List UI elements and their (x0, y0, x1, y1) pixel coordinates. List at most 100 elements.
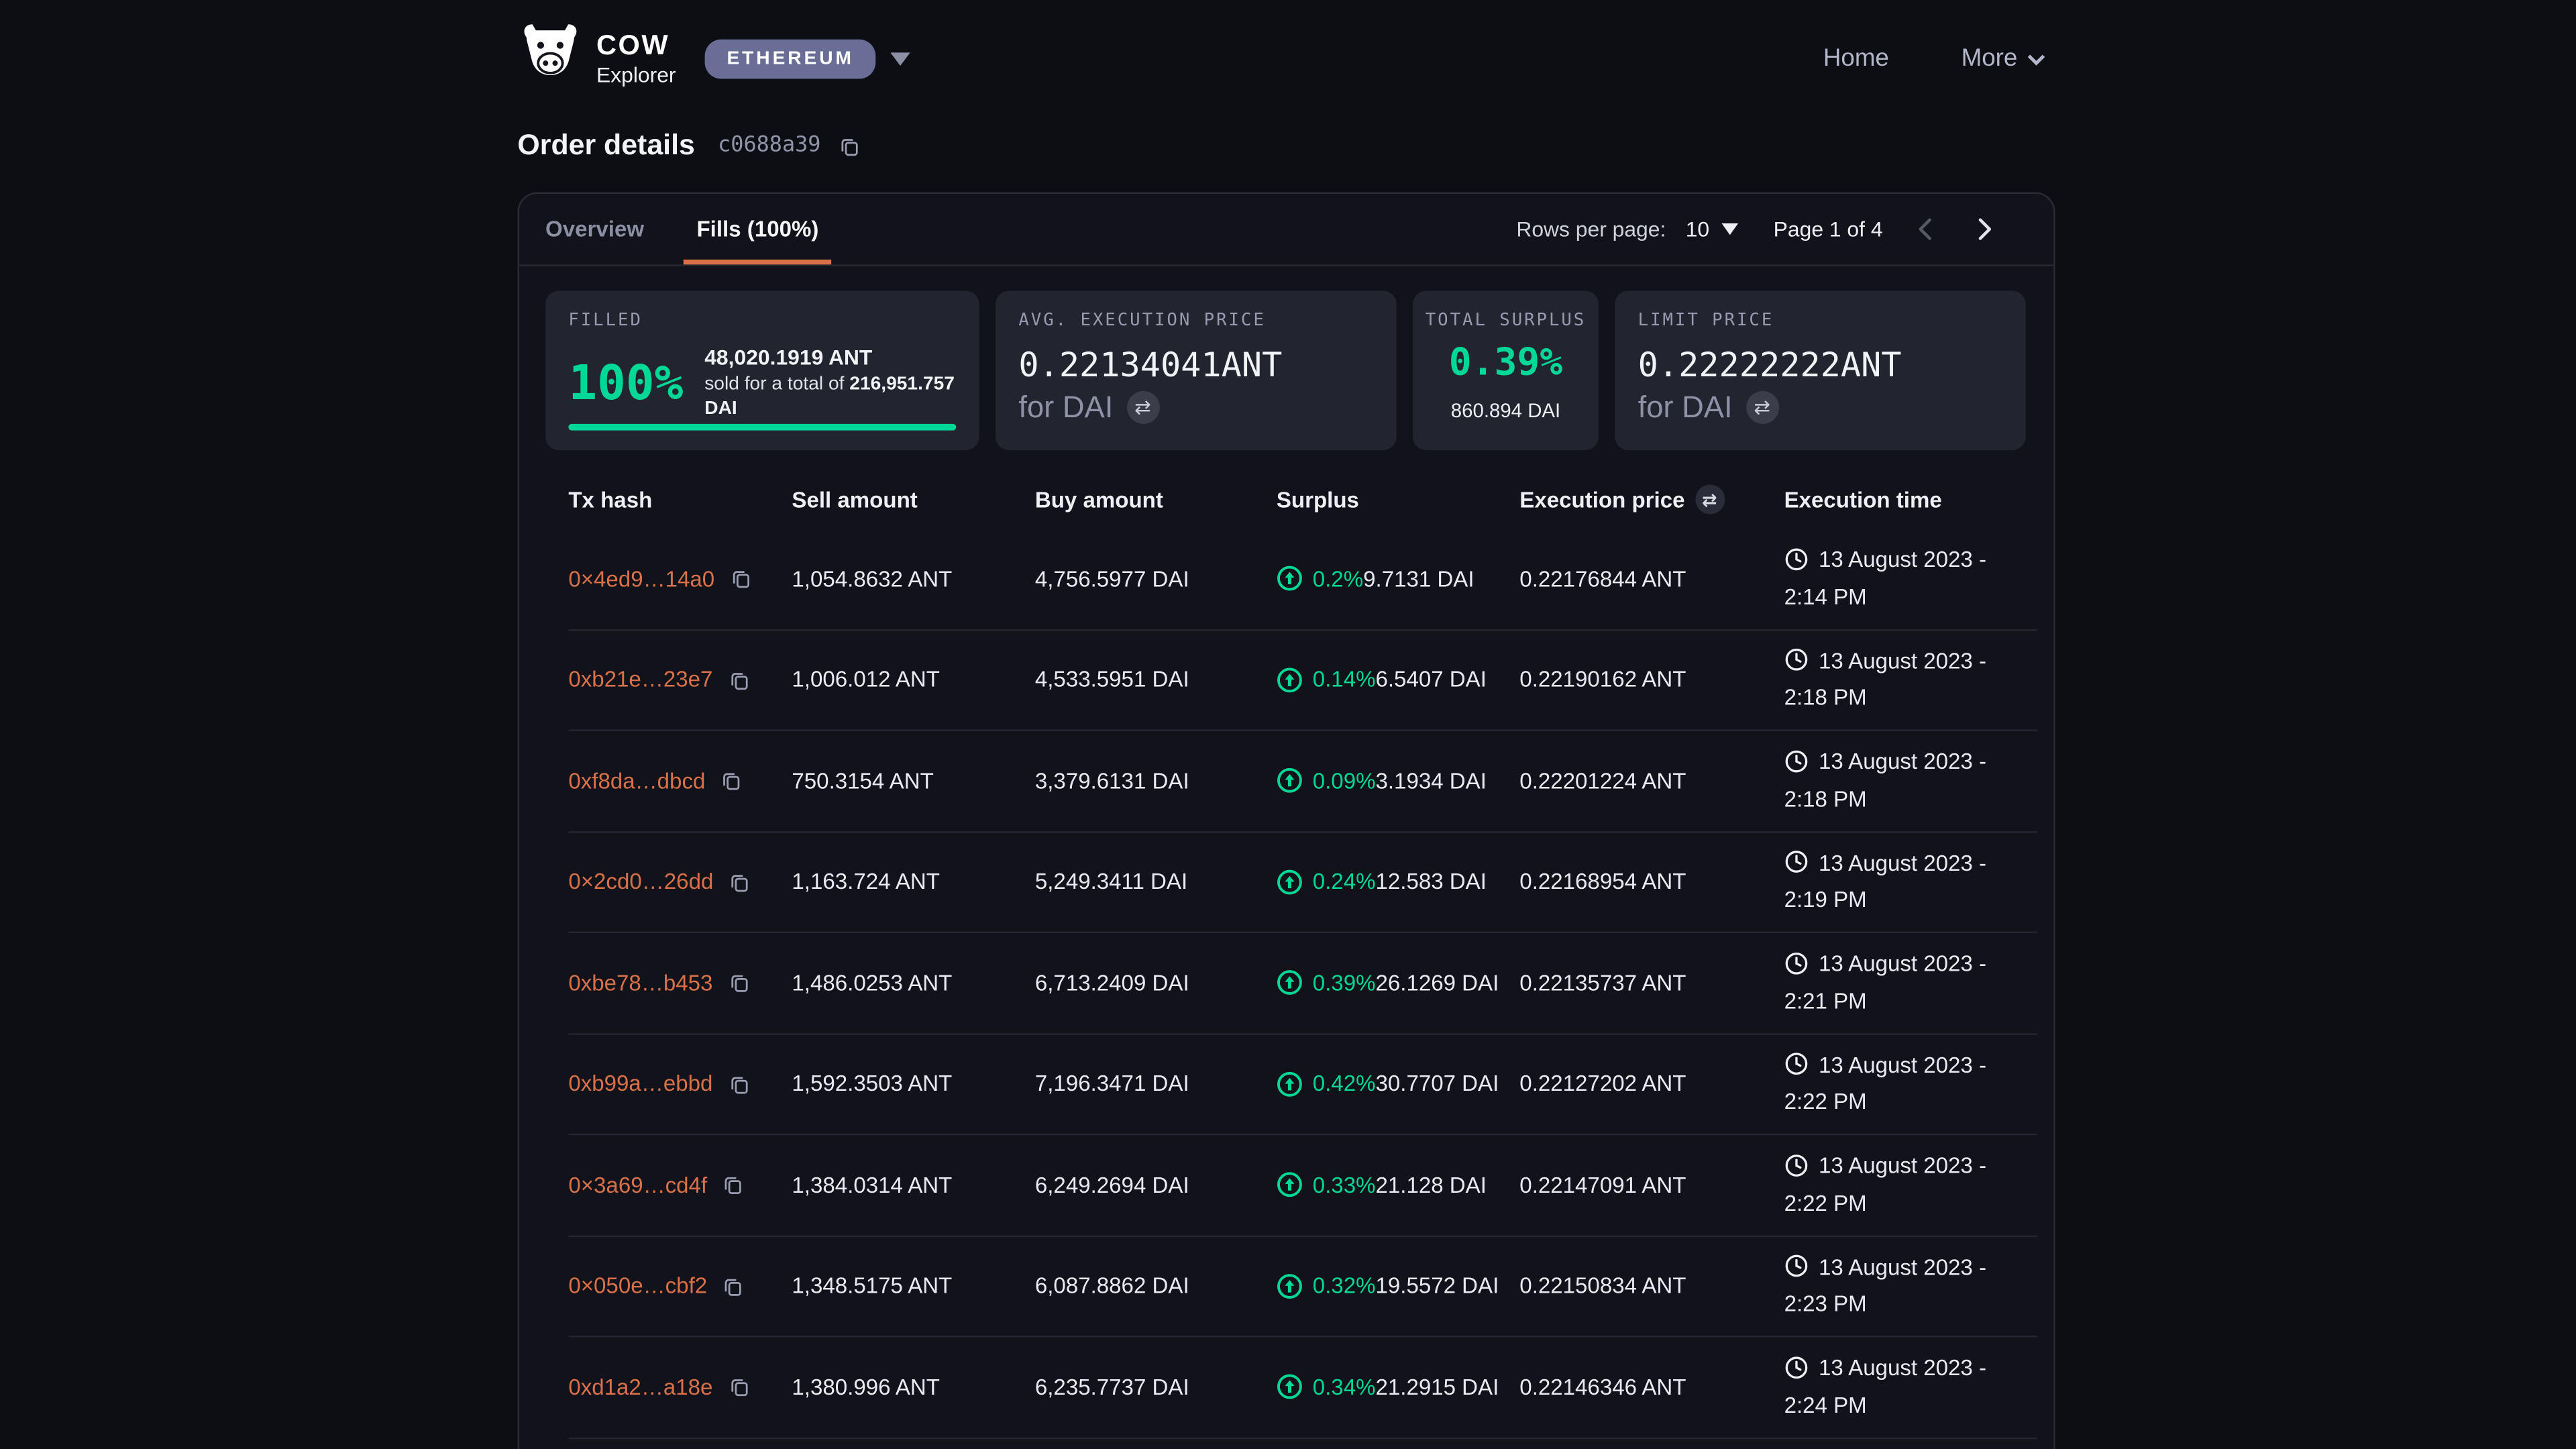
surplus-cell: 0.09%3.1934 DAI (1277, 767, 1519, 794)
copy-icon[interactable] (837, 134, 860, 157)
execution-time-text: 13 August 2023 - 2:18 PM (1784, 648, 1986, 710)
order-id: c0688a39 (718, 133, 820, 158)
nav-item-home[interactable]: Home (1823, 44, 1889, 72)
surplus-cell: 0.42%30.7707 DAI (1277, 1071, 1519, 1097)
copy-icon[interactable] (722, 1173, 745, 1196)
copy-icon[interactable] (727, 971, 750, 994)
table-row: 0×050e…cbf2 1,348.5175 ANT 6,087.8862 DA… (568, 1236, 2037, 1338)
sort-swap-icon[interactable]: ⇄ (1695, 484, 1724, 514)
tab-fills[interactable]: Fills (100%) (684, 194, 832, 264)
sell-amount-cell: 1,384.0314 ANT (792, 1173, 1034, 1197)
page-status: Page 1 of 4 (1774, 217, 1883, 241)
total-surplus-card: TOTAL SURPLUS 0.39% 860.894 DAI (1413, 290, 1599, 450)
execution-price-cell: 0.22147091 ANT (1519, 1173, 1784, 1197)
surplus-cell: 0.39%26.1269 DAI (1277, 970, 1519, 996)
limit-price-card: LIMIT PRICE 0.22222222ANT for DAI ⇄ (1615, 290, 2025, 450)
execution-price-cell: 0.22146346 ANT (1519, 1375, 1784, 1399)
tx-hash-link[interactable]: 0xbe78…b453 (568, 971, 712, 996)
clock-icon (1784, 951, 1809, 985)
surplus-cell: 0.34%21.2915 DAI (1277, 1374, 1519, 1400)
swap-icon[interactable]: ⇄ (1126, 391, 1159, 424)
next-page-button[interactable] (1970, 215, 1998, 244)
surplus-up-icon (1277, 1071, 1303, 1097)
execution-time-cell: 13 August 2023 - 2:21 PM (1784, 948, 2037, 1018)
buy-amount-cell: 4,533.5951 DAI (1035, 667, 1277, 692)
tx-hash-link[interactable]: 0×2cd0…26dd (568, 869, 713, 894)
surplus-amount: 21.2915 DAI (1375, 1375, 1499, 1399)
surplus-up-icon (1277, 566, 1303, 592)
tx-hash-link[interactable]: 0xb21e…23e7 (568, 667, 712, 692)
copy-icon[interactable] (720, 769, 743, 792)
buy-amount-cell: 6,249.2694 DAI (1035, 1173, 1277, 1197)
prev-page-button[interactable] (1913, 215, 1941, 244)
buy-amount-cell: 6,713.2409 DAI (1035, 971, 1277, 996)
filled-sold-total: sold for a total of 216,951.757 DAI (704, 372, 956, 423)
total-surplus-amount: 860.894 DAI (1423, 399, 1589, 422)
execution-time-cell: 13 August 2023 - 2:22 PM (1784, 1150, 2037, 1220)
chevron-down-icon (2027, 44, 2045, 72)
limit-price-label: LIMIT PRICE (1638, 311, 2003, 330)
table-row: 0xd1a2…a18e 1,380.996 ANT 6,235.7737 DAI… (568, 1337, 2037, 1438)
avg-price-unit: for DAI (1018, 389, 1113, 425)
rows-per-page-label: Rows per page: (1516, 217, 1666, 241)
buy-amount-cell: 3,379.6131 DAI (1035, 769, 1277, 794)
rows-per-page-select[interactable]: 10 (1686, 217, 1737, 241)
clock-icon (1784, 1254, 1809, 1288)
table-row: 0xb99a…ebbd 1,592.3503 ANT 7,196.3471 DA… (568, 1034, 2037, 1136)
chevron-down-icon (890, 52, 910, 65)
surplus-cell: 0.24%12.583 DAI (1277, 869, 1519, 895)
surplus-up-icon (1277, 1172, 1303, 1198)
sell-amount-cell: 1,592.3503 ANT (792, 1071, 1034, 1096)
clock-icon (1784, 849, 1809, 883)
col-execution-price[interactable]: Execution price ⇄ (1519, 484, 1784, 514)
clock-icon (1784, 647, 1809, 682)
execution-time-text: 13 August 2023 - 2:22 PM (1784, 1153, 1986, 1215)
col-surplus: Surplus (1277, 487, 1519, 512)
filled-card: FILLED 100% 48,020.1919 ANT sold for a t… (545, 290, 979, 450)
page-title: Order details (517, 128, 694, 162)
copy-icon[interactable] (729, 568, 752, 590)
execution-time-cell: 13 August 2023 - 2:22 PM (1784, 1049, 2037, 1119)
tx-hash-link[interactable]: 0×050e…cbf2 (568, 1274, 707, 1299)
total-surplus-percent: 0.39% (1423, 341, 1589, 384)
tabs-bar: Overview Fills (100%) Rows per page: 10 … (519, 194, 2053, 266)
cow-explorer-logo[interactable]: COW Explorer (517, 21, 676, 95)
page-title-row: Order details c0688a39 (517, 128, 860, 162)
sell-amount-cell: 1,054.8632 ANT (792, 566, 1034, 591)
top-header: COW Explorer ETHEREUM Home More (517, 21, 2055, 95)
surplus-amount: 26.1269 DAI (1375, 971, 1499, 996)
swap-icon[interactable]: ⇄ (1746, 391, 1778, 424)
main-nav: Home More (1823, 44, 2055, 72)
copy-icon[interactable] (728, 870, 751, 893)
execution-price-cell: 0.22201224 ANT (1519, 769, 1784, 794)
execution-time-text: 13 August 2023 - 2:14 PM (1784, 547, 1986, 609)
copy-icon[interactable] (727, 1073, 750, 1095)
execution-time-cell: 13 August 2023 - 2:14 PM (1784, 544, 2037, 614)
tx-hash-link[interactable]: 0×3a69…cd4f (568, 1173, 707, 1197)
surplus-amount: 3.1934 DAI (1375, 769, 1486, 794)
app-window: COW Explorer ETHEREUM Home More Order de… (0, 0, 2576, 1449)
copy-icon[interactable] (727, 668, 750, 691)
surplus-amount: 6.5407 DAI (1375, 667, 1486, 692)
surplus-cell: 0.14%6.5407 DAI (1277, 667, 1519, 693)
tx-hash-link[interactable]: 0xd1a2…a18e (568, 1375, 712, 1399)
tx-hash-link[interactable]: 0xb99a…ebbd (568, 1071, 712, 1096)
network-selector[interactable]: ETHEREUM (706, 39, 910, 78)
pagination-controls: Rows per page: 10 Page 1 of 4 (1516, 215, 2027, 244)
copy-icon[interactable] (722, 1275, 745, 1297)
network-badge[interactable]: ETHEREUM (706, 39, 875, 78)
tx-hash-link[interactable]: 0xf8da…dbcd (568, 769, 705, 794)
surplus-percent: 0.33% (1313, 1173, 1376, 1197)
execution-time-text: 13 August 2023 - 2:24 PM (1784, 1355, 1986, 1417)
stats-cards: FILLED 100% 48,020.1919 ANT sold for a t… (545, 290, 2027, 450)
nav-item-more[interactable]: More (1962, 44, 2045, 72)
table-row: 0×4ed9…14a0 1,054.8632 ANT 4,756.5977 DA… (568, 529, 2037, 631)
copy-icon[interactable] (727, 1375, 750, 1398)
execution-time-text: 13 August 2023 - 2:21 PM (1784, 951, 1986, 1013)
clock-icon (1784, 1354, 1809, 1389)
tab-overview[interactable]: Overview (545, 194, 644, 264)
clock-icon (1784, 546, 1809, 580)
buy-amount-cell: 6,087.8862 DAI (1035, 1274, 1277, 1299)
table-row: 0×2cd0…26dd 1,163.724 ANT 5,249.3411 DAI… (568, 832, 2037, 933)
tx-hash-link[interactable]: 0×4ed9…14a0 (568, 566, 714, 591)
